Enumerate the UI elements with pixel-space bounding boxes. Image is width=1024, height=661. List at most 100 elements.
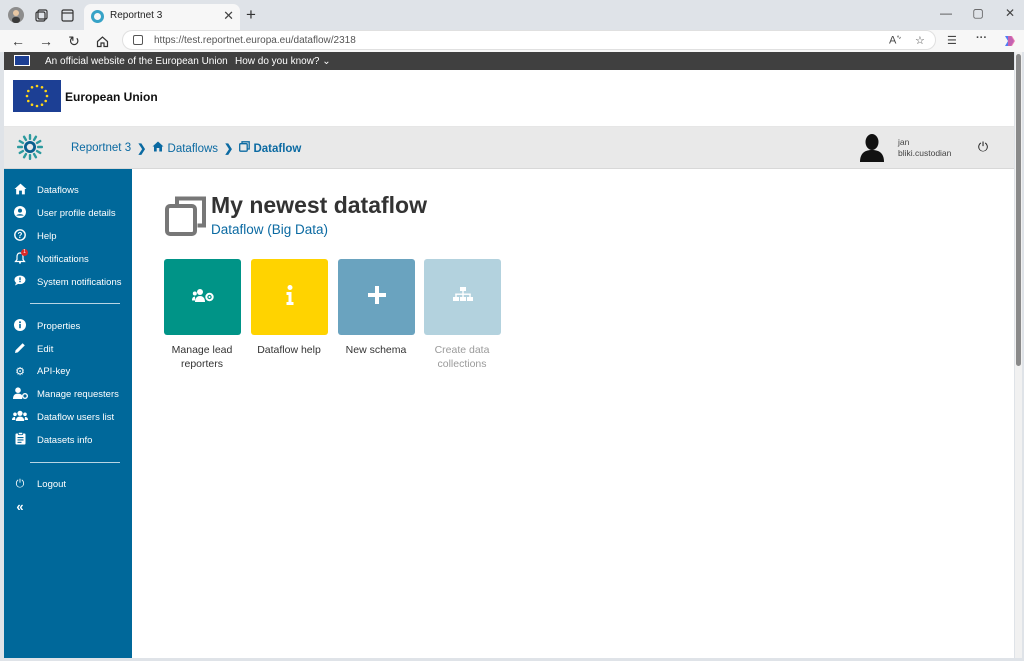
sidebar-item-dataflows[interactable]: Dataflows (4, 180, 132, 200)
sidebar-item-label: API-key (37, 365, 71, 377)
breadcrumb-dataflows-label: Dataflows (167, 143, 219, 155)
sidebar-item-label: System notifications (37, 276, 122, 288)
browser-address-bar: ← → ↻ https://test.reportnet.europa.eu/d… (0, 30, 1024, 52)
sidebar-item-user-profile[interactable]: User profile details (4, 203, 132, 223)
read-aloud-icon[interactable]: A∿ (889, 34, 901, 47)
close-tab-icon[interactable]: ✕ (223, 8, 234, 24)
favorite-star-icon[interactable]: ☆ (915, 34, 925, 47)
user-avatar[interactable] (858, 132, 886, 162)
sidebar: Dataflows User profile details ? Help 1 … (4, 169, 132, 658)
sidebar-item-label: Datasets info (37, 434, 93, 446)
sidebar-item-api-key[interactable]: ⚙ API-key (4, 361, 132, 381)
users-icon (12, 410, 28, 425)
back-icon[interactable]: ← (9, 32, 27, 50)
svg-text:?: ? (18, 231, 23, 240)
eu-header: European Union (4, 70, 1014, 127)
sidebar-item-datasets-info[interactable]: Datasets info (4, 430, 132, 450)
bell-icon: 1 (12, 248, 28, 267)
sidebar-item-label: Help (37, 230, 57, 242)
copilot-icon[interactable] (1000, 32, 1018, 50)
home-button-icon[interactable] (93, 32, 111, 50)
eu-flag-logo[interactable] (13, 80, 61, 112)
url-field[interactable]: https://test.reportnet.europa.eu/dataflo… (122, 30, 936, 50)
sidebar-item-properties[interactable]: Properties (4, 316, 132, 336)
collapse-sidebar-button[interactable]: « (4, 496, 132, 516)
sidebar-item-help[interactable]: ? Help (4, 226, 132, 246)
sidebar-item-label: Dataflows (37, 184, 79, 196)
create-data-collections-button[interactable] (424, 259, 501, 335)
sidebar-item-label: Dataflow users list (37, 411, 115, 423)
user-login: bliki.custodian (898, 148, 952, 158)
tile-label: Dataflow help (257, 344, 321, 356)
clipboard-icon (12, 431, 28, 448)
question-icon: ? (12, 228, 28, 244)
users-gear-icon (191, 288, 214, 307)
info-icon (12, 318, 28, 334)
pencil-icon (12, 342, 28, 357)
sidebar-item-label: User profile details (37, 207, 116, 219)
reportnet-logo[interactable] (16, 133, 44, 161)
home-icon (12, 183, 28, 198)
more-options-icon[interactable]: ··· (976, 32, 987, 44)
profile-avatar-icon[interactable] (7, 6, 25, 24)
new-schema-button[interactable] (338, 259, 415, 335)
sidebar-item-system-notifications[interactable]: System notifications (4, 272, 132, 292)
sidebar-divider (30, 462, 120, 463)
browser-tab[interactable]: Reportnet 3 ✕ (84, 4, 240, 30)
eu-official-strip: An official website of the European Unio… (4, 52, 1014, 70)
sidebar-item-label: Logout (37, 478, 67, 490)
sidebar-item-label: Manage requesters (37, 388, 119, 400)
sidebar-item-edit[interactable]: Edit (4, 339, 132, 359)
sidebar-item-notifications[interactable]: 1 Notifications (4, 248, 132, 269)
manage-lead-reporters-button[interactable] (164, 259, 241, 335)
sidebar-item-manage-requesters[interactable]: Manage requesters (4, 384, 132, 404)
workspaces-icon[interactable] (32, 6, 50, 24)
dataflow-clone-icon (164, 194, 208, 238)
close-window-icon[interactable]: ✕ (1002, 6, 1018, 20)
sidebar-item-logout[interactable]: ⏻ Logout (4, 474, 132, 494)
dataflow-type: Dataflow (Big Data) (211, 222, 329, 237)
clone-icon (239, 141, 253, 155)
power-logout-icon[interactable]: ⏻ (975, 139, 991, 155)
tab-actions-icon[interactable] (58, 6, 76, 24)
url-text[interactable]: https://test.reportnet.europa.eu/dataflo… (154, 35, 356, 46)
eu-name: European Union (65, 90, 158, 104)
eu-flag-small-icon (14, 55, 30, 66)
forward-icon[interactable]: → (37, 32, 55, 50)
sidebar-item-label: Edit (37, 343, 54, 355)
favorites-list-icon[interactable]: ☰ (947, 34, 957, 47)
breadcrumb: Reportnet 3 ❯ Dataflows ❯ Dataflow (71, 141, 301, 155)
main-content: My newest dataflow Dataflow (Big Data) M… (132, 169, 1014, 658)
sidebar-item-dataflow-users[interactable]: Dataflow users list (4, 407, 132, 427)
web-page: An official website of the European Unio… (4, 52, 1014, 658)
minimize-icon[interactable]: — (938, 6, 954, 20)
home-icon (152, 141, 167, 155)
tile-label: Manage lead reporters (171, 344, 233, 370)
new-tab-icon[interactable]: + (246, 5, 256, 25)
dataflow-help-button[interactable] (251, 259, 328, 335)
maximize-icon[interactable]: ▢ (970, 6, 986, 20)
how-do-you-know-toggle[interactable]: How do you know? ⌄ (235, 56, 331, 67)
reload-icon[interactable]: ↻ (65, 32, 83, 50)
chevron-down-icon: ⌄ (322, 56, 331, 67)
plus-icon (367, 285, 386, 309)
breadcrumb-reportnet[interactable]: Reportnet 3 (71, 142, 131, 154)
scroll-thumb[interactable] (1016, 54, 1021, 366)
breadcrumb-dataflows[interactable]: Dataflows (152, 141, 218, 155)
tile-label: Create data collections (434, 344, 490, 370)
notification-badge: 1 (21, 248, 28, 256)
lock-icon[interactable] (133, 35, 143, 45)
page-scrollbar[interactable] (1015, 52, 1022, 658)
gear-icon: ⚙ (15, 365, 25, 378)
power-icon: ⏻ (15, 477, 25, 490)
browser-tab-bar: Reportnet 3 ✕ + — ▢ ✕ (0, 0, 1024, 30)
user-first-name: jan (898, 137, 910, 147)
breadcrumb-dataflow: Dataflow (239, 141, 301, 155)
chevron-right-icon: ❯ (224, 142, 234, 155)
app-header: Reportnet 3 ❯ Dataflows ❯ Dataflow jan b… (4, 127, 1014, 169)
tab-title: Reportnet 3 (110, 10, 163, 21)
comment-icon (12, 275, 28, 289)
breadcrumb-dataflow-label: Dataflow (253, 143, 302, 155)
eu-official-text: An official website of the European Unio… (45, 56, 228, 67)
sidebar-item-label: Notifications (37, 253, 89, 265)
